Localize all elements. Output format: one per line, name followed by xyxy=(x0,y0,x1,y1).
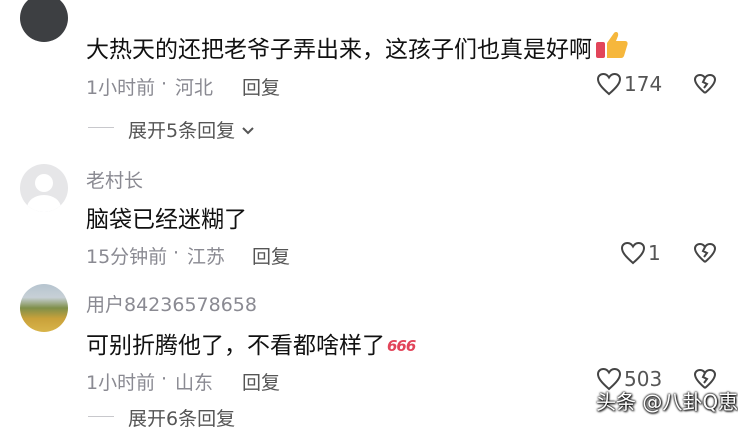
comment-time: 15分钟前 xyxy=(86,246,168,268)
reply-button[interactable]: 回复 xyxy=(242,368,280,395)
heart-icon[interactable] xyxy=(620,241,646,265)
like-count: 174 xyxy=(624,72,663,96)
reply-button[interactable]: 回复 xyxy=(242,73,280,100)
expand-replies-button[interactable]: 展开6条回复 xyxy=(128,404,235,431)
comment-text: 大热天的还把老爷子弄出来，这孩子们也真是好啊 xyxy=(86,30,629,66)
comment-location: 江苏 xyxy=(187,246,226,268)
location-separator: · xyxy=(161,368,168,390)
comment-username[interactable]: 老村长 xyxy=(86,166,143,193)
reply-button[interactable]: 回复 xyxy=(252,242,290,269)
heart-icon[interactable] xyxy=(596,72,622,96)
watermark: 头条 @八卦Q恵 xyxy=(596,390,738,414)
avatar[interactable] xyxy=(20,0,68,42)
divider xyxy=(88,416,114,417)
thumbs-up-icon xyxy=(595,30,629,66)
like-count: 1 xyxy=(648,241,661,265)
comment-text: 脑袋已经迷糊了 xyxy=(86,207,247,233)
location-separator: · xyxy=(173,242,180,264)
avatar[interactable] xyxy=(20,284,68,332)
comment-location: 河北 xyxy=(175,77,214,99)
divider xyxy=(88,127,114,128)
expand-replies-button[interactable]: 展开5条回复 xyxy=(128,116,255,143)
dislike-icon[interactable] xyxy=(693,242,717,264)
avatar[interactable] xyxy=(20,164,68,212)
chevron-down-icon xyxy=(242,127,254,135)
comment-time: 1小时前 xyxy=(86,77,156,99)
dislike-icon[interactable] xyxy=(693,73,717,95)
comment-location: 山东 xyxy=(175,372,214,394)
comment-time: 1小时前 xyxy=(86,372,156,394)
emoji-666-icon: 666 xyxy=(387,337,416,355)
location-separator: · xyxy=(161,73,168,95)
comment-username[interactable]: 用户84236578658 xyxy=(86,290,257,317)
comment-text: 可别折腾他了，不看都啥样了 666 xyxy=(86,333,416,359)
